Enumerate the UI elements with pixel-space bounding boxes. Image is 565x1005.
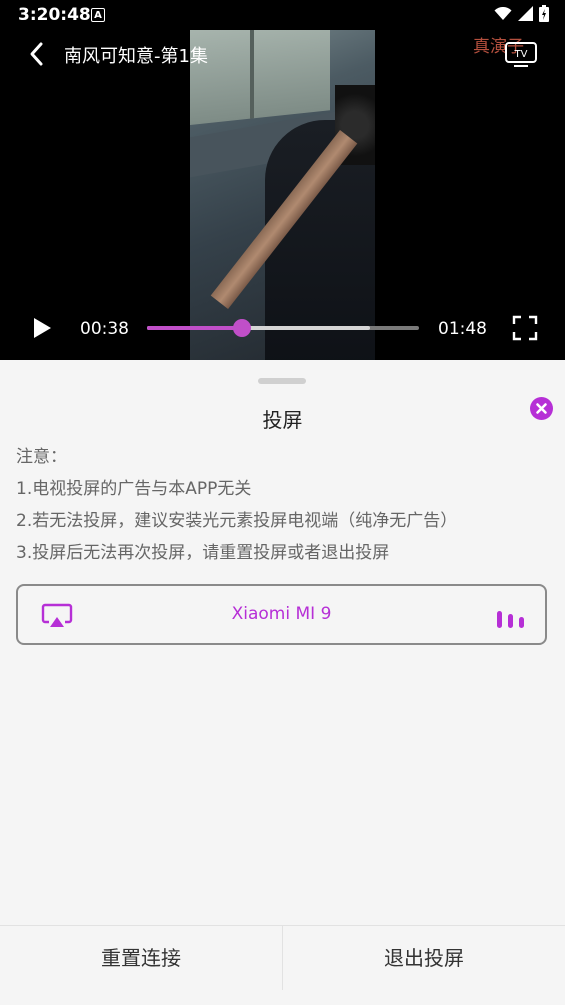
notes: 注意： 1.电视投屏的广告与本APP无关 2.若无法投屏，建议安装光元素投屏电视… xyxy=(16,446,457,574)
signal-bars-icon xyxy=(497,611,524,628)
device-item[interactable]: Xiaomi MI 9 xyxy=(16,584,547,645)
status-bar: 3:20:48 A xyxy=(0,0,565,30)
notification-icon: A xyxy=(91,8,105,22)
note-heading: 注意： xyxy=(16,447,67,467)
progress-bar[interactable] xyxy=(147,319,419,337)
note-item: 3.投屏后无法再次投屏，请重置投屏或者退出投屏 xyxy=(16,543,390,563)
exit-cast-button[interactable]: 退出投屏 xyxy=(283,926,565,1005)
panel-title: 投屏 xyxy=(262,408,303,432)
cast-panel: 投屏 注意： 1.电视投屏的广告与本APP无关 2.若无法投屏，建议安装光元素投… xyxy=(0,362,565,1004)
device-name: Xiaomi MI 9 xyxy=(231,604,332,624)
fullscreen-icon[interactable] xyxy=(512,315,538,341)
close-icon xyxy=(536,403,547,414)
total-time: 01:48 xyxy=(438,319,487,339)
bottom-bar: 重置连接 退出投屏 xyxy=(0,925,565,1005)
reset-connection-button[interactable]: 重置连接 xyxy=(0,926,282,1005)
back-icon[interactable] xyxy=(24,40,52,68)
cell-signal-icon xyxy=(518,6,533,21)
status-time: 3:20:48 xyxy=(18,5,91,25)
tv-cast-icon[interactable]: TV xyxy=(504,40,538,68)
video-title: 南风可知意-第1集 xyxy=(64,46,208,67)
video-player[interactable]: 3:20:48 A 南风可知意-第1集 真演子 TV 00:38 01:48 xyxy=(0,0,565,360)
wifi-icon xyxy=(494,6,512,20)
current-time: 00:38 xyxy=(80,319,129,339)
progress-fill xyxy=(147,326,243,330)
battery-icon xyxy=(539,5,549,22)
close-button[interactable] xyxy=(530,397,553,420)
note-item: 1.电视投屏的广告与本APP无关 xyxy=(16,479,252,499)
svg-text:TV: TV xyxy=(514,49,528,60)
note-item: 2.若无法投屏，建议安装光元素投屏电视端（纯净无广告） xyxy=(16,511,458,531)
status-icons xyxy=(494,5,549,22)
play-icon[interactable] xyxy=(30,316,54,340)
video-frame xyxy=(190,30,375,360)
drag-handle[interactable] xyxy=(258,378,306,384)
